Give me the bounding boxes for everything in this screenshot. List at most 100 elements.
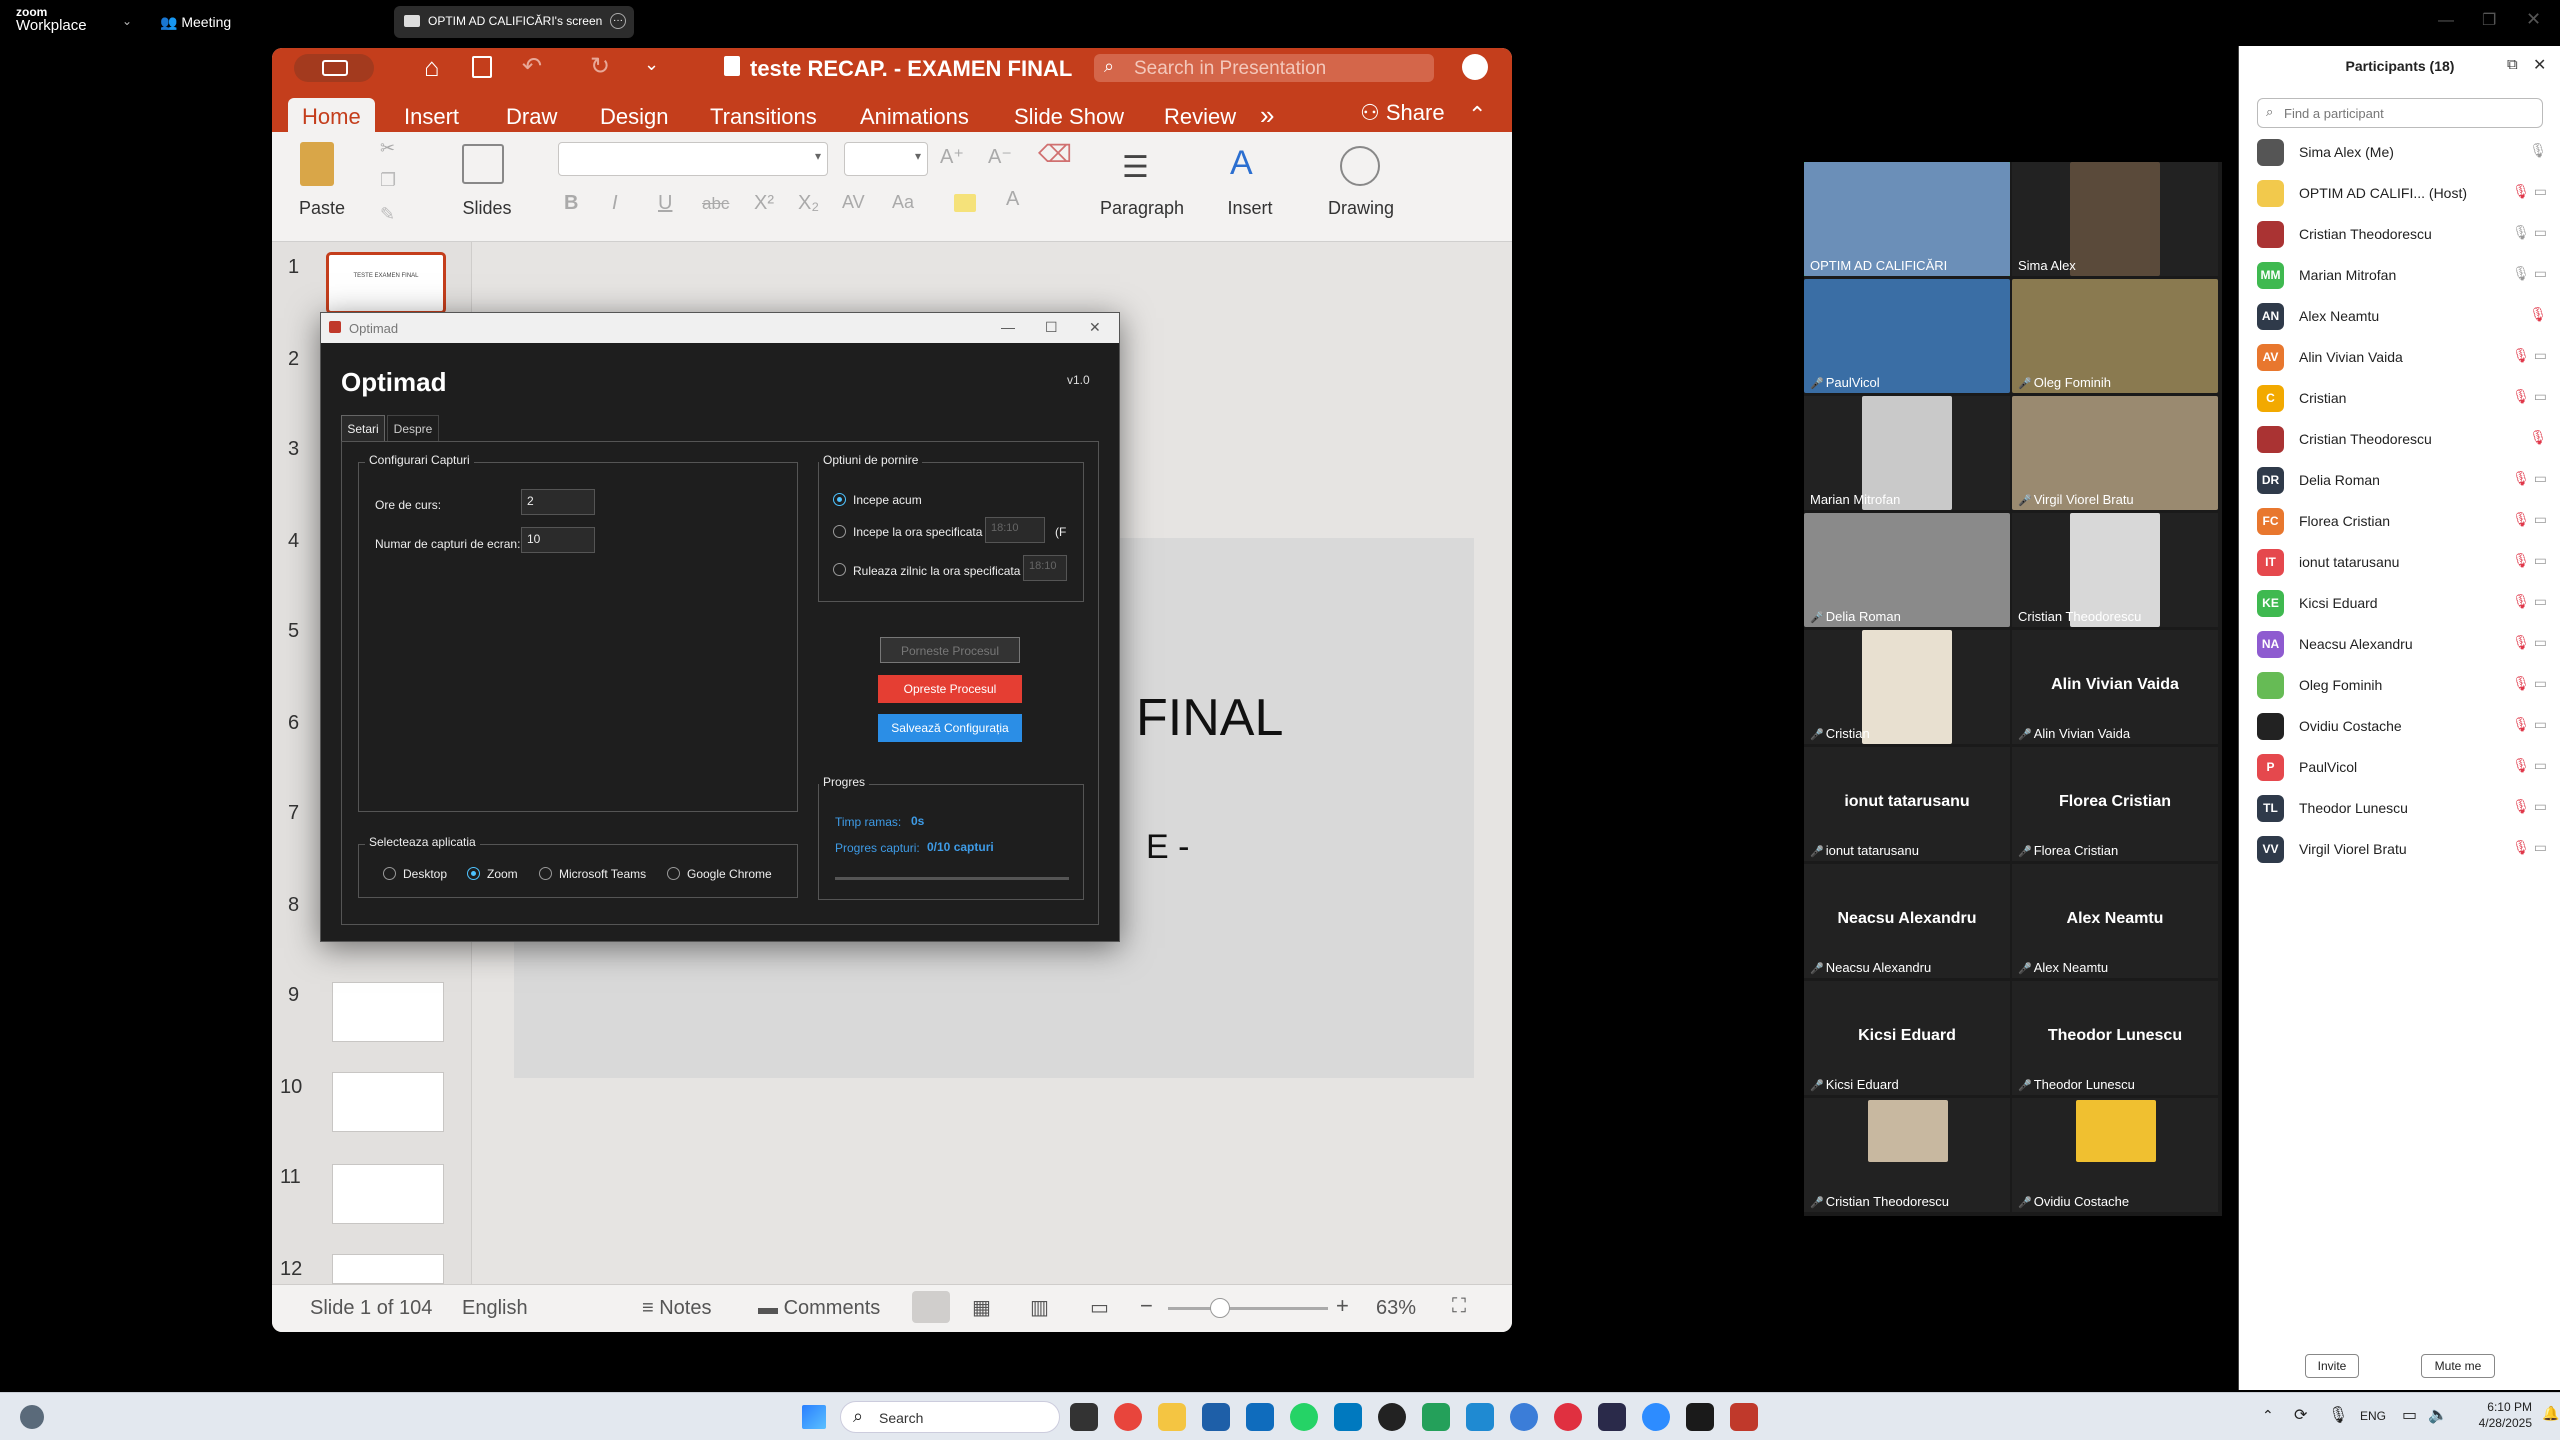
undo-icon[interactable]: ↶ bbox=[522, 52, 542, 81]
video-tile[interactable]: Alin Vivian Vaida 🎤 Alin Vivian Vaida bbox=[2012, 630, 2218, 744]
participant-row[interactable]: MM Marian Mitrofan 🎙 ▭ bbox=[2257, 257, 2547, 297]
grid-view-icon[interactable]: ▦ bbox=[972, 1295, 991, 1320]
font-size-select[interactable]: ▾ bbox=[844, 142, 928, 176]
paragraph-button[interactable]: ☰ Paragraph bbox=[1092, 136, 1192, 236]
video-tile[interactable]: Sima Alex bbox=[2012, 162, 2218, 276]
tab-setari[interactable]: Setari bbox=[341, 415, 385, 441]
video-tile[interactable]: 🎤 Cristian bbox=[1804, 630, 2010, 744]
notes-button[interactable]: ≡ Notes bbox=[642, 1297, 711, 1320]
account-icon[interactable] bbox=[1462, 54, 1488, 80]
slides-button[interactable]: Slides bbox=[452, 136, 532, 236]
store-icon[interactable] bbox=[1202, 1403, 1230, 1431]
participant-row[interactable]: FC Florea Cristian 🎙 ▭ bbox=[2257, 503, 2547, 543]
underline-button[interactable]: U bbox=[658, 192, 672, 215]
font-color-button[interactable]: A bbox=[1006, 188, 1019, 211]
chatgpt-icon[interactable] bbox=[1378, 1403, 1406, 1431]
video-tile[interactable]: Neacsu Alexandru 🎤 Neacsu Alexandru bbox=[1804, 864, 2010, 978]
zoom-level[interactable]: 63% bbox=[1376, 1297, 1416, 1320]
participant-row[interactable]: KE Kicsi Eduard 🎙 ▭ bbox=[2257, 585, 2547, 625]
clock[interactable]: 6:10 PM 4/28/2025 bbox=[2468, 1399, 2532, 1431]
zoom-out-icon[interactable]: − bbox=[1140, 1293, 1153, 1319]
radio-app-zoom[interactable] bbox=[467, 867, 480, 880]
clear-format-icon[interactable]: ⌫ bbox=[1038, 140, 1072, 169]
maximize-icon[interactable]: ❐ bbox=[2482, 10, 2496, 30]
collapse-ribbon-icon[interactable]: ⌃ bbox=[1468, 102, 1486, 128]
participant-row[interactable]: TL Theodor Lunescu 🎙 ▭ bbox=[2257, 790, 2547, 830]
language-indicator[interactable]: ENG bbox=[2360, 1409, 2386, 1423]
notification-icon[interactable]: 🔔 bbox=[2542, 1405, 2559, 1422]
char-spacing-button[interactable]: AV bbox=[842, 192, 865, 213]
video-tile[interactable]: 🎤 PaulVicol bbox=[1804, 279, 2010, 393]
bold-button[interactable]: B bbox=[564, 192, 578, 215]
taskbar-search[interactable]: ⌕ Search bbox=[840, 1401, 1060, 1433]
stop-process-button[interactable]: Opreste Procesul bbox=[878, 675, 1022, 703]
media-player-icon[interactable] bbox=[1554, 1403, 1582, 1431]
sidebar-toggle[interactable] bbox=[294, 54, 374, 82]
optimad-taskbar-icon[interactable] bbox=[1730, 1403, 1758, 1431]
start-process-button[interactable]: Porneste Procesul bbox=[880, 637, 1020, 663]
video-tile[interactable]: Alex Neamtu 🎤 Alex Neamtu bbox=[2012, 864, 2218, 978]
video-tile[interactable]: 🎤 Ovidiu Costache bbox=[2012, 1098, 2218, 1212]
participant-row[interactable]: VV Virgil Viorel Bratu 🎙 ▭ bbox=[2257, 831, 2547, 871]
language-indicator[interactable]: English bbox=[462, 1297, 528, 1320]
video-tile[interactable]: Kicsi Eduard 🎤 Kicsi Eduard bbox=[1804, 981, 2010, 1095]
highlight-icon[interactable] bbox=[954, 194, 976, 212]
sync-icon[interactable]: ⟳ bbox=[2294, 1405, 2307, 1425]
superscript-button[interactable]: X² bbox=[754, 192, 774, 215]
participant-row[interactable]: Sima Alex (Me) 🎙 bbox=[2257, 134, 2547, 174]
more-tabs-icon[interactable]: » bbox=[1260, 100, 1274, 131]
participant-row[interactable]: IT ionut tatarusanu 🎙 ▭ bbox=[2257, 544, 2547, 584]
video-tile[interactable]: 🎤 Oleg Fominih bbox=[2012, 279, 2218, 393]
cut-icon[interactable]: ✂ bbox=[380, 138, 395, 159]
copy-icon[interactable]: ❐ bbox=[380, 170, 396, 191]
participant-row[interactable]: Cristian Theodorescu 🎙 ▭ bbox=[2257, 216, 2547, 256]
participant-search-input[interactable]: ⌕ Find a participant bbox=[2257, 98, 2543, 128]
chevron-up-icon[interactable]: ⌃ bbox=[2262, 1407, 2274, 1424]
save-icon[interactable] bbox=[472, 56, 492, 78]
network-icon[interactable]: ▭ bbox=[2402, 1405, 2417, 1425]
trello-icon[interactable] bbox=[1334, 1403, 1362, 1431]
tab-transitions[interactable]: Transitions bbox=[710, 104, 817, 130]
close-icon[interactable]: ✕ bbox=[2526, 9, 2541, 30]
share-button[interactable]: ⚇ Share bbox=[1360, 100, 1445, 126]
comments-button[interactable]: ▬ Comments bbox=[758, 1297, 880, 1320]
tab-despre[interactable]: Despre bbox=[387, 415, 439, 441]
radio-start-now[interactable] bbox=[833, 493, 846, 506]
shrink-font-icon[interactable]: A⁻ bbox=[988, 144, 1012, 169]
subscript-button[interactable]: X₂ bbox=[798, 192, 819, 215]
participant-row[interactable]: DR Delia Roman 🎙 ▭ bbox=[2257, 462, 2547, 502]
radio-start-at[interactable] bbox=[833, 525, 846, 538]
meeting-menu[interactable]: 👥 Meeting bbox=[160, 14, 231, 31]
tab-draw[interactable]: Draw bbox=[506, 104, 557, 130]
video-tile[interactable]: ionut tatarusanu 🎤 ionut tatarusanu bbox=[1804, 747, 2010, 861]
start-icon[interactable] bbox=[802, 1405, 826, 1429]
video-tile[interactable]: 🎤 Virgil Viorel Bratu bbox=[2012, 396, 2218, 510]
share-indicator[interactable]: OPTIM AD CALIFICĂRI's screen ··· bbox=[394, 6, 634, 38]
reading-view-icon[interactable]: ▥ bbox=[1030, 1295, 1049, 1320]
maximize-icon[interactable]: ☐ bbox=[1045, 319, 1058, 336]
video-tile[interactable]: Cristian Theodorescu bbox=[2012, 513, 2218, 627]
minimize-icon[interactable]: — bbox=[2438, 12, 2454, 30]
file-explorer-icon[interactable] bbox=[1158, 1403, 1186, 1431]
participant-row[interactable]: AN Alex Neamtu 🎙 bbox=[2257, 298, 2547, 338]
mute-me-button[interactable]: Mute me bbox=[2421, 1354, 2495, 1378]
app-icon[interactable] bbox=[1510, 1403, 1538, 1431]
slide-thumbnail-12[interactable] bbox=[332, 1254, 444, 1284]
webstorm-icon[interactable] bbox=[1598, 1403, 1626, 1431]
save-config-button[interactable]: Salvează Configurația bbox=[878, 714, 1022, 742]
tab-design[interactable]: Design bbox=[600, 104, 668, 130]
participant-row[interactable]: C Cristian 🎙 ▭ bbox=[2257, 380, 2547, 420]
radio-app-chrome[interactable] bbox=[667, 867, 680, 880]
participant-row[interactable]: AV Alin Vivian Vaida 🎙 ▭ bbox=[2257, 339, 2547, 379]
tab-animations[interactable]: Animations bbox=[860, 104, 969, 130]
slide-thumbnail-1[interactable]: TESTE EXAMEN FINAL bbox=[326, 252, 446, 314]
change-case-button[interactable]: Aa bbox=[892, 192, 914, 213]
zoom-slider[interactable] bbox=[1168, 1298, 1328, 1318]
customize-icon[interactable]: ⌄ bbox=[644, 54, 659, 75]
slide-thumbnail-9[interactable] bbox=[332, 982, 444, 1042]
tab-insert[interactable]: Insert bbox=[404, 104, 459, 130]
normal-view-icon[interactable] bbox=[912, 1291, 950, 1323]
ore-input[interactable]: 2 bbox=[521, 489, 595, 515]
close-icon[interactable]: ✕ bbox=[1089, 319, 1101, 336]
weather-icon[interactable] bbox=[20, 1405, 44, 1429]
